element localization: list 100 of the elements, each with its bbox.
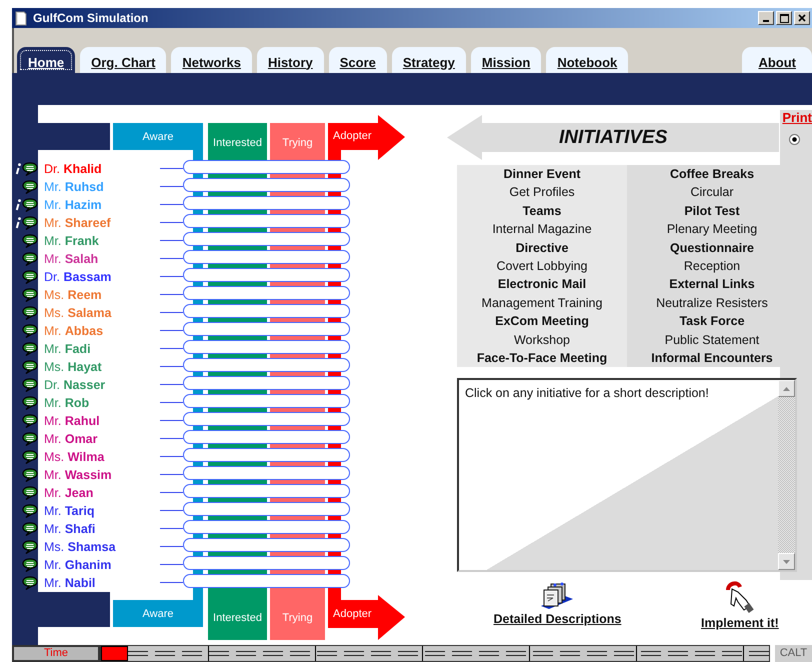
stage-stripe [208, 174, 267, 178]
info-icon[interactable] [15, 199, 21, 211]
initiative-item[interactable]: Coffee Breaks [670, 165, 754, 184]
person-name[interactable]: Mr. Fadi [44, 340, 160, 358]
tab[interactable]: Home [17, 47, 76, 73]
initiative-item[interactable]: Plenary Meeting [666, 220, 758, 239]
chat-icon[interactable] [22, 216, 38, 230]
chat-icon[interactable] [22, 162, 38, 176]
chat-icon[interactable] [22, 288, 38, 302]
person-name[interactable]: Mr. Shafi [44, 520, 160, 538]
tab[interactable]: Networks [171, 47, 252, 73]
stage-stripe [208, 516, 267, 520]
stage-stripe [328, 174, 341, 178]
initiative-item[interactable]: Dinner Event [503, 165, 581, 184]
person-name[interactable]: Ms. Wilma [44, 448, 160, 466]
initiative-item[interactable]: Covert Lobbying [496, 257, 588, 276]
initiative-item[interactable]: Internal Magazine [492, 220, 592, 239]
chat-icon[interactable] [22, 396, 38, 410]
person-name[interactable]: Dr. Nasser [44, 376, 160, 394]
initiative-item[interactable]: Electronic Mail [498, 275, 586, 294]
initiative-item[interactable]: Teams [522, 202, 562, 220]
person-name[interactable]: Mr. Rahul [44, 412, 160, 430]
initiative-item[interactable]: Questionnaire [670, 238, 754, 258]
tab[interactable]: Mission [470, 47, 542, 73]
print-link[interactable]: Print [782, 110, 812, 125]
initiative-item[interactable]: Informal Encounters [651, 349, 773, 368]
person-name[interactable]: Mr. Rob [44, 394, 160, 412]
maximize-button[interactable] [776, 11, 792, 25]
stage-stripe [208, 372, 267, 376]
chat-icon[interactable] [22, 360, 38, 374]
chat-icon[interactable] [22, 414, 38, 428]
stage-stripe [208, 480, 267, 484]
person-name[interactable]: Mr. Salah [44, 250, 160, 268]
minimize-button[interactable] [758, 11, 774, 25]
chat-icon[interactable] [22, 378, 38, 392]
info-icon[interactable] [15, 163, 21, 175]
stage-stripe [208, 210, 267, 214]
stage-stripe [193, 228, 203, 232]
chat-icon[interactable] [22, 486, 38, 500]
tab[interactable]: About [742, 47, 812, 73]
chat-icon[interactable] [22, 450, 38, 464]
person-name[interactable]: Mr. Ghanim [44, 556, 160, 574]
chat-icon[interactable] [22, 522, 38, 536]
scroll-up-button[interactable] [778, 380, 795, 398]
stage-stripe [328, 336, 341, 340]
initiative-item[interactable]: Pilot Test [684, 202, 740, 220]
person-name[interactable]: Mr. Omar [44, 430, 160, 448]
initiative-item[interactable]: ExCom Meeting [495, 312, 589, 331]
tab[interactable]: History [256, 47, 324, 73]
initiative-item[interactable]: Public Statement [664, 330, 760, 350]
stage-stripe [328, 390, 341, 394]
connector-line [160, 510, 183, 511]
action-link[interactable]: Detailed Descriptions [493, 612, 622, 626]
person-name[interactable]: Mr. Frank [44, 232, 160, 250]
tab[interactable]: Score [328, 47, 387, 73]
initiative-item[interactable]: Task Force [679, 312, 745, 331]
chat-icon[interactable] [22, 576, 38, 590]
stage-stripe [328, 246, 341, 250]
chat-icon[interactable] [22, 504, 38, 518]
tab[interactable]: Notebook [546, 47, 628, 73]
chat-icon[interactable] [22, 468, 38, 482]
chat-icon[interactable] [22, 540, 38, 554]
chat-icon[interactable] [22, 252, 38, 266]
initiative-item[interactable]: Get Profiles [509, 183, 575, 202]
person-name[interactable]: Mr. Wassim [44, 466, 160, 484]
person-name[interactable]: Dr. Khalid [44, 160, 160, 178]
initiative-item[interactable]: Directive [516, 238, 568, 258]
initiative-item[interactable]: Neutralize Resisters [656, 294, 768, 312]
person-name[interactable]: Mr. Tariq [44, 502, 160, 520]
stage-stripe [208, 246, 267, 250]
tab[interactable]: Strategy [392, 47, 466, 73]
chat-icon[interactable] [22, 198, 38, 212]
stage-stripe [193, 282, 203, 286]
person-name[interactable]: Mr. Jean [44, 484, 160, 502]
radio-button[interactable] [789, 134, 800, 145]
initiative-item[interactable]: Workshop [514, 330, 570, 350]
person-name[interactable]: Ms. Hayat [44, 358, 160, 376]
person-name[interactable]: Ms. Shamsa [44, 538, 160, 556]
chat-icon[interactable] [22, 270, 38, 284]
initiative-item[interactable]: Reception [684, 257, 740, 276]
initiative-item[interactable]: Management Training [482, 294, 602, 312]
chat-icon[interactable] [22, 234, 38, 248]
chat-icon[interactable] [22, 306, 38, 320]
chat-icon[interactable] [22, 558, 38, 572]
chat-icon[interactable] [22, 342, 38, 356]
initiative-item[interactable]: Face-To-Face Meeting [476, 349, 608, 368]
person-name[interactable]: Dr. Bassam [44, 268, 160, 286]
person-name[interactable]: Mr. Nabil [44, 574, 160, 592]
stage-stripe [270, 300, 325, 304]
stage-stripe [270, 336, 325, 340]
scroll-down-button[interactable] [778, 553, 795, 570]
chat-icon[interactable] [22, 432, 38, 446]
initiative-item[interactable]: Circular [690, 183, 734, 202]
close-button[interactable] [794, 11, 810, 25]
info-icon[interactable] [15, 217, 21, 229]
initiative-item[interactable]: External Links [669, 275, 755, 294]
chat-icon[interactable] [22, 324, 38, 338]
tab[interactable]: Org. Chart [80, 47, 166, 73]
chat-icon[interactable] [22, 180, 38, 194]
action-link[interactable]: Implement it! [701, 616, 779, 630]
